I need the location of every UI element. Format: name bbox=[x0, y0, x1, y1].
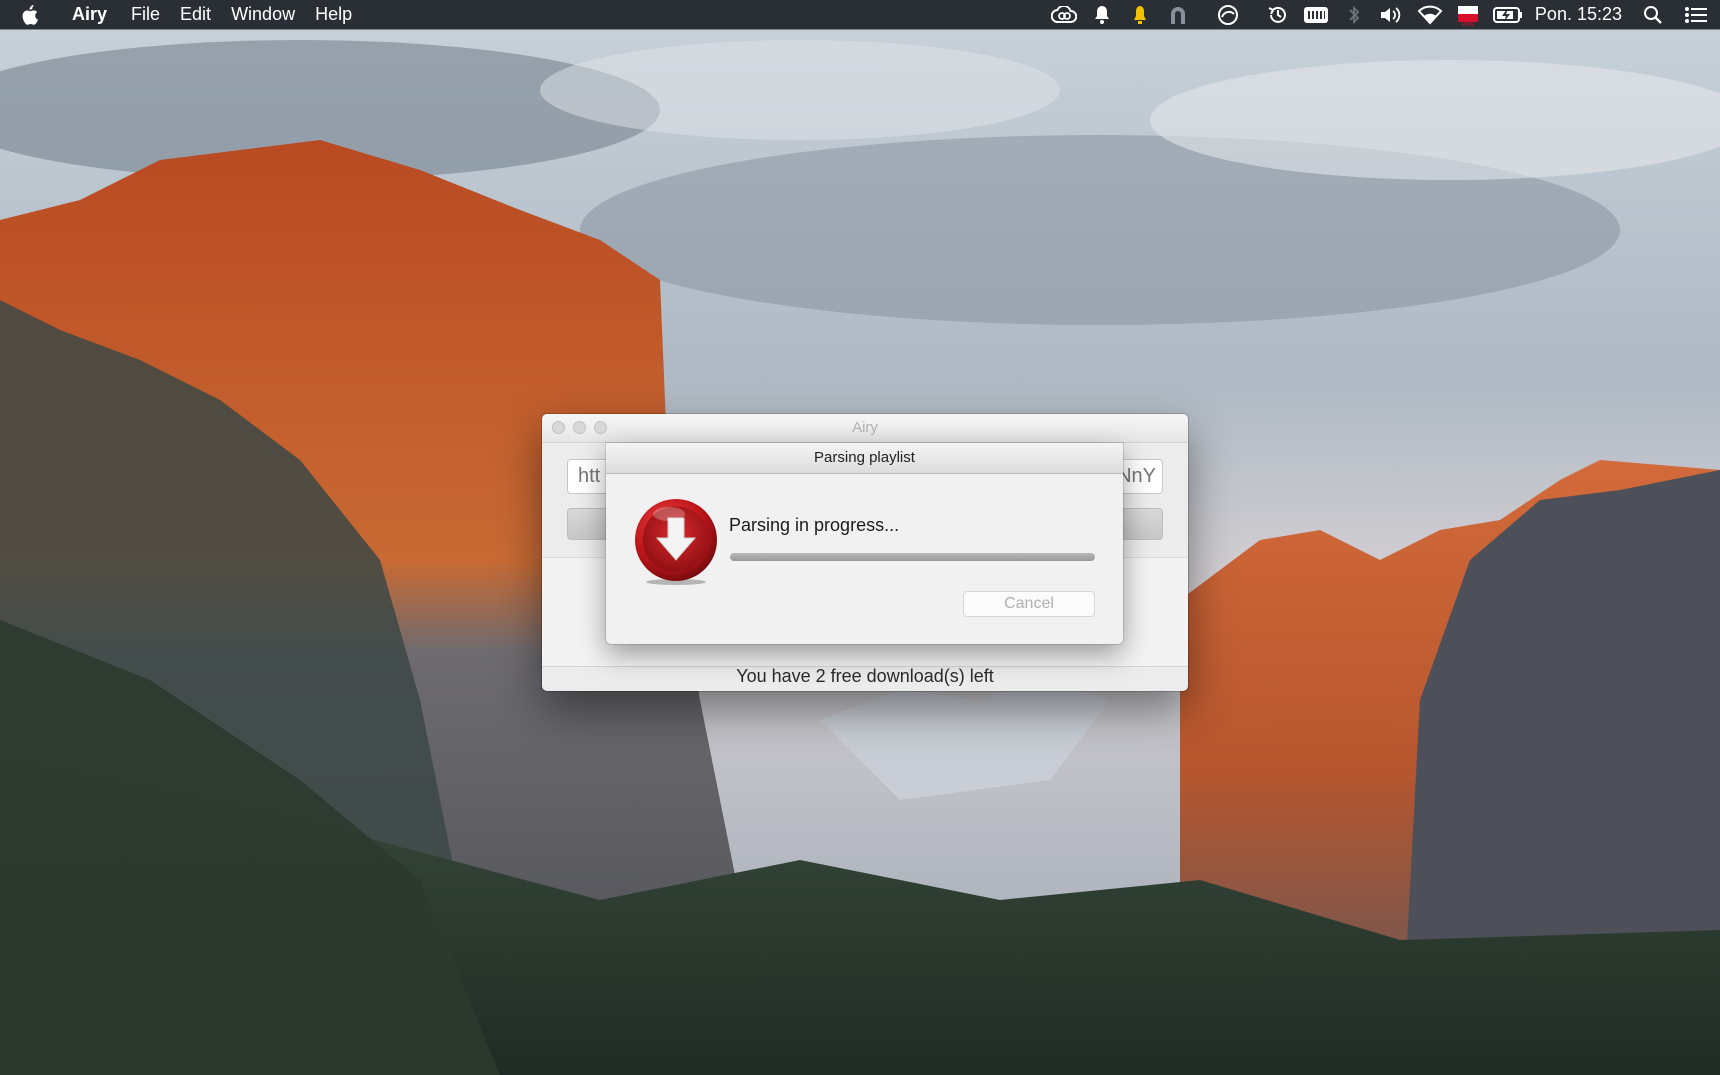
window-title: Airy bbox=[852, 419, 878, 436]
progress-bar-fill bbox=[730, 553, 1095, 561]
volume-icon[interactable] bbox=[1373, 0, 1411, 29]
bluetooth-icon[interactable] bbox=[1335, 0, 1373, 29]
flag-pro-icon[interactable]: PRO bbox=[1449, 0, 1487, 29]
menu-edit[interactable]: Edit bbox=[170, 0, 221, 29]
bell-icon[interactable] bbox=[1083, 0, 1121, 29]
app-menu[interactable]: Airy bbox=[58, 0, 121, 29]
arch-icon[interactable] bbox=[1159, 0, 1197, 29]
apple-menu-icon[interactable] bbox=[0, 4, 58, 25]
progress-bar bbox=[730, 553, 1095, 561]
sheet-title: Parsing playlist bbox=[606, 443, 1123, 474]
menu-file[interactable]: File bbox=[121, 0, 170, 29]
menu-help[interactable]: Help bbox=[305, 0, 362, 29]
svg-text:PRO: PRO bbox=[1461, 22, 1474, 27]
wifi-icon[interactable] bbox=[1411, 0, 1449, 29]
menubar-clock[interactable]: Pon. 15:23 bbox=[1529, 0, 1634, 29]
time-machine-icon[interactable] bbox=[1259, 0, 1297, 29]
menu-bar: Airy File Edit Window Help PRO Pon. 15:2… bbox=[0, 0, 1720, 29]
battery-charging-icon[interactable] bbox=[1487, 0, 1529, 29]
creative-cloud-icon[interactable] bbox=[1045, 0, 1083, 29]
airy-app-icon bbox=[633, 498, 719, 586]
url-input-prefix: htt bbox=[578, 465, 601, 487]
alert-bell-icon[interactable] bbox=[1121, 0, 1159, 29]
search-icon[interactable] bbox=[1634, 0, 1672, 29]
notification-list-icon[interactable] bbox=[1672, 0, 1720, 29]
window-titlebar[interactable]: Airy bbox=[542, 414, 1188, 443]
cancel-button[interactable]: Cancel bbox=[963, 591, 1095, 617]
free-downloads-status: You have 2 free download(s) left bbox=[736, 666, 994, 686]
sync-icon[interactable] bbox=[1197, 0, 1259, 29]
menu-window[interactable]: Window bbox=[221, 0, 305, 29]
parsing-playlist-sheet: Parsing playlist Parsing in progress... bbox=[606, 443, 1123, 644]
progress-message: Parsing in progress... bbox=[729, 515, 900, 535]
keyboard-icon[interactable] bbox=[1297, 0, 1335, 29]
